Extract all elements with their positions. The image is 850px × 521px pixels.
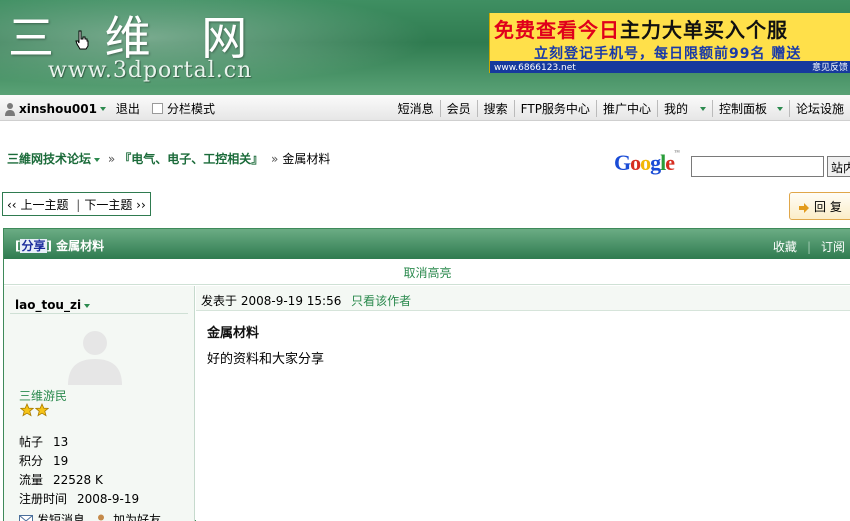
user-icon	[5, 102, 15, 116]
ad-subline: 立刻登记手机号，每日限额前99名 赠送	[534, 46, 802, 62]
author-panel: lao_tou_zi 三维游民 帖子 13 积分 19 流量 22528 K 注册时间…	[4, 286, 195, 521]
thread-title-text: 金属材料	[56, 239, 105, 253]
chevron-down-icon[interactable]	[94, 157, 101, 162]
nav-members[interactable]: 会员	[439, 100, 477, 117]
nav-forum-settings[interactable]: 论坛设施	[788, 100, 850, 117]
add-friend-link[interactable]: 加为好友	[113, 511, 161, 521]
breadcrumb-current: 金属材料	[282, 152, 331, 166]
only-author-link[interactable]: 只看该作者	[351, 294, 411, 308]
breadcrumb-separator: »	[271, 152, 279, 166]
reply-button[interactable]: 回 复	[789, 192, 850, 220]
stat-value: 19	[53, 454, 69, 468]
nav-control-panel[interactable]: 控制面板	[711, 100, 789, 117]
username-menu[interactable]: xinshou001	[19, 102, 97, 116]
star-icon	[35, 403, 49, 417]
logout-link[interactable]: 退出	[116, 100, 140, 117]
divider	[10, 313, 188, 314]
favorite-link[interactable]: 收藏	[773, 240, 797, 254]
prev-thread-link[interactable]: 上一主题	[20, 198, 68, 212]
breadcrumb-forum[interactable]: 三維网技术论坛	[7, 152, 91, 166]
hand-cursor-icon	[75, 30, 89, 50]
chevron-down-icon[interactable]	[99, 106, 106, 111]
ad-feedback-link[interactable]: 意见反馈	[812, 60, 848, 73]
stat-posts: 帖子 13	[19, 433, 68, 450]
chevron-down-icon	[776, 106, 783, 111]
next-arrow-icon: ››	[136, 198, 146, 212]
thread-title-bar: [分享] 金属材料 收藏 | 订阅	[4, 229, 850, 259]
reply-button-label: 回 复	[814, 200, 842, 214]
column-mode-checkbox[interactable]	[151, 103, 163, 114]
breadcrumb: 三維网技术论坛 » 『电气、电子、工控相关』 » 金属材料	[7, 150, 330, 167]
author-name-text: lao_tou_zi	[15, 298, 82, 312]
ad-banner[interactable]: 免费查看今日主力大单买入个服 立刻登记手机号，每日限额前99名 赠送 www.6…	[489, 13, 850, 73]
stat-value: 22528 K	[53, 473, 103, 487]
author-name[interactable]: lao_tou_zi	[15, 298, 91, 312]
breadcrumb-section[interactable]: 『电气、电子、工控相关』	[119, 152, 263, 166]
nav-my-label: 我的	[663, 102, 688, 116]
post-body: 好的资料和大家分享	[207, 352, 325, 367]
next-thread-link[interactable]: 下一主题	[84, 198, 132, 212]
envelope-icon	[19, 514, 33, 521]
nav-messages[interactable]: 短消息	[392, 100, 440, 117]
thread-actions: 收藏 | 订阅	[773, 238, 845, 255]
stat-traffic: 流量 22528 K	[19, 471, 103, 488]
reply-arrow-icon	[799, 202, 809, 213]
prev-arrow-icon: ‹‹	[7, 198, 17, 212]
nav-ftp[interactable]: FTP服务中心	[513, 100, 596, 117]
column-mode-label[interactable]: 分栏模式	[167, 100, 215, 117]
pager-divider: |	[76, 198, 81, 212]
stat-value: 2008-9-19	[77, 492, 140, 506]
stat-points: 积分 19	[19, 452, 68, 469]
stat-registered: 注册时间 2008-9-19	[19, 490, 139, 507]
post-panel: 发表于 2008-9-19 15:56 只看该作者 金属材料 好的资料和大家分享	[196, 286, 850, 521]
post-meta: 发表于 2008-9-19 15:56 只看该作者	[196, 286, 850, 311]
thread-tag[interactable]: 分享	[20, 239, 47, 253]
thread-pager: ‹‹ 上一主题 | 下一主题 ››	[2, 192, 151, 216]
chevron-down-icon	[699, 106, 706, 111]
nav-promotion[interactable]: 推广中心	[595, 100, 657, 117]
post-subject: 金属材料	[207, 326, 260, 341]
ad-headline: 免费查看今日主力大单买入个服	[494, 14, 788, 43]
send-message-link[interactable]: 发短消息	[37, 511, 85, 521]
highlight-row: 取消高亮	[4, 259, 850, 285]
avatar[interactable]	[64, 323, 126, 385]
user-area: xinshou001 退出 分栏模式	[4, 100, 215, 117]
breadcrumb-separator: »	[107, 152, 116, 166]
ad-headline-black: 主力大单买入个服	[620, 18, 788, 42]
user-toolbar: xinshou001 退出 分栏模式 短消息 会员 搜索 FTP服务中心 推广中…	[0, 95, 850, 121]
chevron-down-icon	[84, 303, 91, 308]
google-search-button[interactable]: 站内	[827, 156, 850, 177]
stat-label: 注册时间	[19, 492, 68, 506]
ad-url[interactable]: www.6866123.net	[494, 63, 576, 73]
top-nav: 短消息 会员 搜索 FTP服务中心 推广中心 我的 控制面板 论坛设施	[392, 100, 850, 117]
author-actions: 发短消息 加为好友	[19, 511, 161, 521]
stat-label: 流量	[19, 473, 44, 487]
star-icon	[20, 403, 34, 417]
thread-title: [分享] 金属材料	[15, 239, 105, 253]
google-search-input[interactable]	[691, 156, 824, 177]
subscribe-link[interactable]: 订阅	[821, 240, 845, 254]
posted-time: 2008-9-19 15:56	[240, 294, 342, 308]
add-friend-icon	[98, 514, 105, 521]
thread-container: [分享] 金属材料 收藏 | 订阅 取消高亮 lao_tou_zi 三维游民 帖子 1…	[3, 228, 850, 521]
nav-control-panel-label: 控制面板	[718, 102, 767, 116]
stat-value: 13	[53, 435, 69, 449]
divider: |	[806, 240, 811, 254]
posted-label: 发表于	[201, 294, 238, 308]
stat-label: 积分	[19, 454, 44, 468]
site-logo-url: www.3dportal.cn	[48, 58, 253, 83]
nav-my[interactable]: 我的	[656, 100, 712, 117]
nav-search[interactable]: 搜索	[476, 100, 514, 117]
google-logo: Google™	[614, 150, 680, 175]
cancel-highlight-link[interactable]: 取消高亮	[403, 266, 451, 280]
author-rank: 三维游民	[19, 389, 68, 403]
stat-label: 帖子	[19, 435, 44, 449]
ad-headline-red: 免费查看今日	[494, 18, 620, 42]
author-stars	[20, 403, 50, 417]
